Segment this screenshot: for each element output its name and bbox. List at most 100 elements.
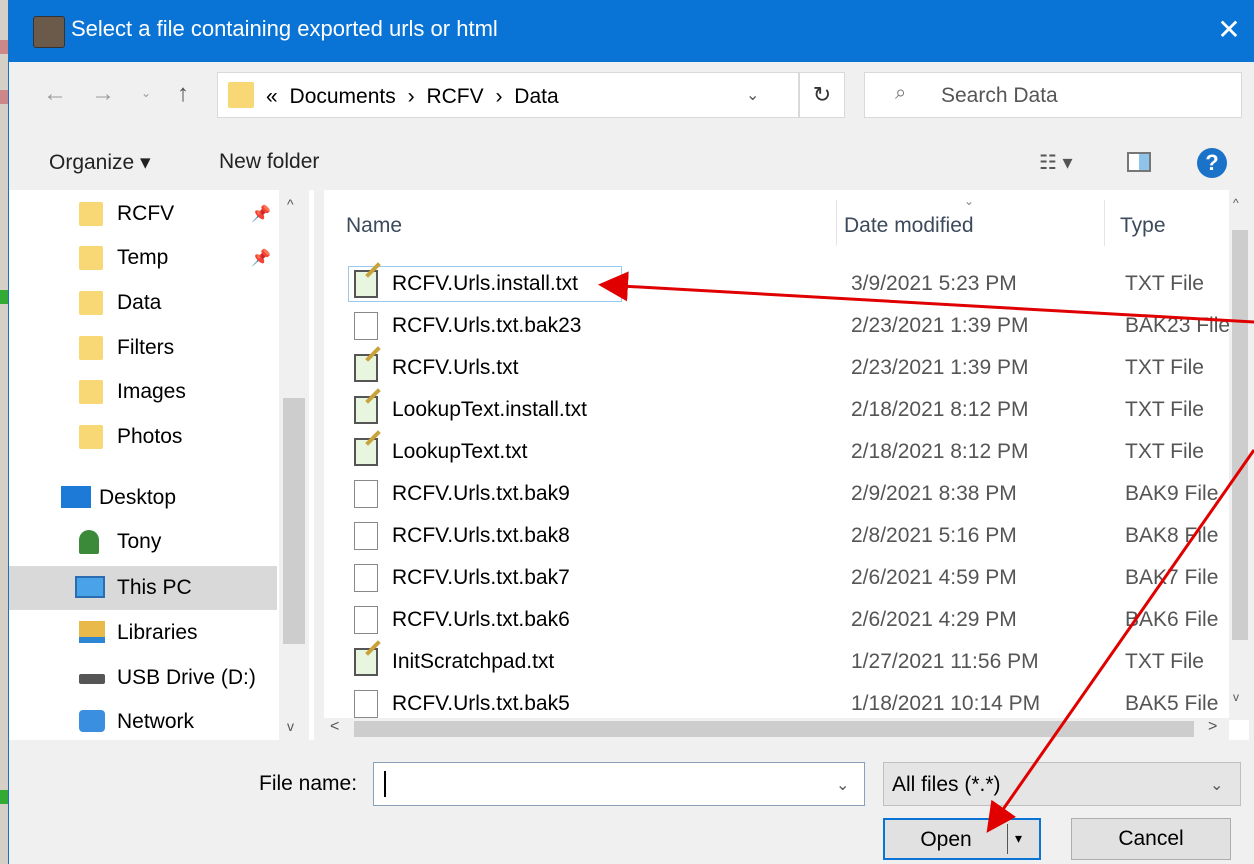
file-name: RCFV.Urls.txt.bak8	[392, 524, 570, 547]
file-row[interactable]: RCFV.Urls.txt 2/23/2021 1:39 PM TXT File	[324, 348, 1249, 390]
new-folder-button[interactable]: New folder	[219, 150, 319, 174]
file-name-input[interactable]: ⌄	[373, 762, 865, 806]
file-type: BAK9 File	[1125, 482, 1219, 505]
file-row[interactable]: RCFV.Urls.txt.bak9 2/9/2021 8:38 PM BAK9…	[324, 474, 1249, 516]
sidebar-item-this-pc[interactable]: This PC	[9, 566, 277, 610]
file-row[interactable]: RCFV.Urls.install.txt 3/9/2021 5:23 PM T…	[324, 264, 1249, 306]
sidebar-item-photos[interactable]: Photos	[9, 415, 277, 459]
chevron-down-icon[interactable]: ⌄	[836, 775, 849, 795]
app-icon	[33, 16, 65, 48]
scroll-up-icon[interactable]: ^	[287, 196, 294, 212]
file-row[interactable]: InitScratchpad.txt 1/27/2021 11:56 PM TX…	[324, 642, 1249, 684]
breadcrumb-separator[interactable]: ›	[495, 85, 502, 108]
file-date: 1/18/2021 10:14 PM	[851, 692, 1041, 715]
sidebar-item-network[interactable]: Network	[9, 700, 277, 744]
background-app-mark	[0, 290, 8, 304]
open-button-label[interactable]: Open	[885, 828, 1007, 852]
close-button[interactable]: ✕	[1209, 10, 1249, 50]
text-caret	[384, 771, 386, 797]
sidebar-item-label: USB Drive (D:)	[117, 666, 256, 689]
breadcrumb-data[interactable]: Data	[514, 85, 558, 108]
split-divider	[1007, 824, 1008, 854]
file-row[interactable]: RCFV.Urls.txt.bak7 2/6/2021 4:59 PM BAK7…	[324, 558, 1249, 600]
file-name: RCFV.Urls.install.txt	[392, 272, 578, 295]
breadcrumb-rcfv[interactable]: RCFV	[426, 85, 483, 108]
search-box[interactable]: ⌕	[864, 72, 1242, 118]
blank-file-icon	[354, 312, 378, 340]
column-header-date-modified[interactable]: Date modified	[844, 214, 974, 238]
folder-icon	[79, 291, 103, 315]
sidebar-item-filters[interactable]: Filters	[9, 326, 277, 370]
sort-indicator-icon: ⌄	[964, 194, 975, 208]
scroll-down-icon[interactable]: v	[1233, 690, 1239, 704]
file-type-filter-select[interactable]: All files (*.*) ⌄	[883, 762, 1241, 806]
search-input[interactable]	[939, 81, 1233, 111]
sidebar-item-label: RCFV	[117, 202, 175, 225]
file-name-label: File name:	[259, 772, 358, 795]
sidebar-item-images[interactable]: Images	[9, 370, 277, 414]
cancel-button[interactable]: Cancel	[1071, 818, 1231, 860]
chevron-down-icon[interactable]: ⌄	[1210, 775, 1223, 795]
recent-locations-chevron-icon[interactable]: ⌄	[141, 86, 151, 100]
desktop-icon	[61, 486, 91, 508]
file-row[interactable]: RCFV.Urls.txt.bak6 2/6/2021 4:29 PM BAK6…	[324, 600, 1249, 642]
column-header-name[interactable]: Name	[346, 214, 402, 238]
sidebar-item-label: Network	[117, 710, 195, 733]
scroll-right-icon[interactable]: >	[1208, 718, 1217, 736]
file-row[interactable]: LookupText.txt 2/18/2021 8:12 PM TXT Fil…	[324, 432, 1249, 474]
libraries-icon	[79, 621, 105, 643]
background-app-mark	[0, 790, 8, 804]
sidebar-item-tony[interactable]: Tony	[9, 520, 277, 564]
breadcrumb-separator[interactable]: ›	[408, 85, 415, 108]
chevron-down-icon[interactable]: ⌄	[746, 85, 759, 105]
scroll-left-icon[interactable]: <	[330, 718, 339, 736]
up-arrow-icon[interactable]: ↑	[177, 80, 189, 108]
pin-icon[interactable]: 📌	[251, 248, 271, 268]
address-bar[interactable]: « Documents › RCFV › Data ⌄	[217, 72, 799, 118]
file-list-vertical-scrollbar[interactable]: ^ v	[1229, 190, 1251, 720]
breadcrumb-documents[interactable]: Documents	[290, 85, 396, 108]
preview-pane-icon[interactable]	[1127, 152, 1151, 172]
scroll-up-icon[interactable]: ^	[1233, 196, 1239, 210]
pin-icon[interactable]: 📌	[251, 204, 271, 224]
sidebar-item-libraries[interactable]: Libraries	[9, 611, 277, 655]
sidebar-item-rcfv[interactable]: RCFV 📌	[9, 192, 277, 236]
file-row[interactable]: LookupText.install.txt 2/18/2021 8:12 PM…	[324, 390, 1249, 432]
scrollbar-thumb[interactable]	[283, 398, 305, 644]
help-icon[interactable]: ?	[1197, 148, 1227, 178]
organize-button[interactable]: Organize ▾	[49, 150, 151, 175]
file-date: 2/8/2021 5:16 PM	[851, 524, 1017, 547]
dropdown-arrow-icon[interactable]: ▾	[1015, 830, 1022, 847]
refresh-button[interactable]: ↻	[799, 72, 845, 118]
back-arrow-icon[interactable]: ←	[43, 80, 67, 108]
sidebar-item-desktop[interactable]: Desktop	[9, 476, 277, 520]
file-list: Name ⌄ Date modified Type RCFV.Urls.inst…	[324, 190, 1249, 740]
file-name: RCFV.Urls.txt.bak23	[392, 314, 582, 337]
column-header-type[interactable]: Type	[1120, 214, 1166, 238]
text-file-icon	[354, 648, 378, 676]
sidebar-item-data[interactable]: Data	[9, 281, 277, 325]
scroll-down-icon[interactable]: v	[287, 718, 294, 734]
forward-arrow-icon[interactable]: →	[91, 80, 115, 108]
file-list-horizontal-scrollbar[interactable]: < >	[324, 718, 1229, 740]
title-bar[interactable]: Select a file containing exported urls o…	[9, 0, 1254, 62]
sidebar-item-usb-drive[interactable]: USB Drive (D:)	[9, 656, 277, 700]
open-button[interactable]: Open ▾	[883, 818, 1041, 860]
sidebar-scrollbar[interactable]: ^ v	[279, 190, 309, 740]
breadcrumb-overflow[interactable]: «	[266, 85, 278, 108]
sidebar-item-label: Images	[117, 380, 186, 403]
column-divider[interactable]	[1104, 200, 1105, 246]
folder-icon	[228, 82, 254, 108]
file-name: RCFV.Urls.txt.bak6	[392, 608, 570, 631]
file-open-dialog: Select a file containing exported urls o…	[8, 0, 1254, 864]
change-view-button[interactable]: ☷ ▾	[1039, 150, 1073, 175]
scrollbar-thumb[interactable]	[354, 721, 1194, 737]
sidebar-item-temp[interactable]: Temp 📌	[9, 236, 277, 280]
file-type: TXT File	[1125, 356, 1204, 379]
file-row[interactable]: RCFV.Urls.txt.bak8 2/8/2021 5:16 PM BAK8…	[324, 516, 1249, 558]
column-divider[interactable]	[836, 200, 837, 246]
text-file-icon	[354, 354, 378, 382]
file-row[interactable]: RCFV.Urls.txt.bak23 2/23/2021 1:39 PM BA…	[324, 306, 1249, 348]
scrollbar-thumb[interactable]	[1232, 230, 1248, 640]
file-date: 3/9/2021 5:23 PM	[851, 272, 1017, 295]
